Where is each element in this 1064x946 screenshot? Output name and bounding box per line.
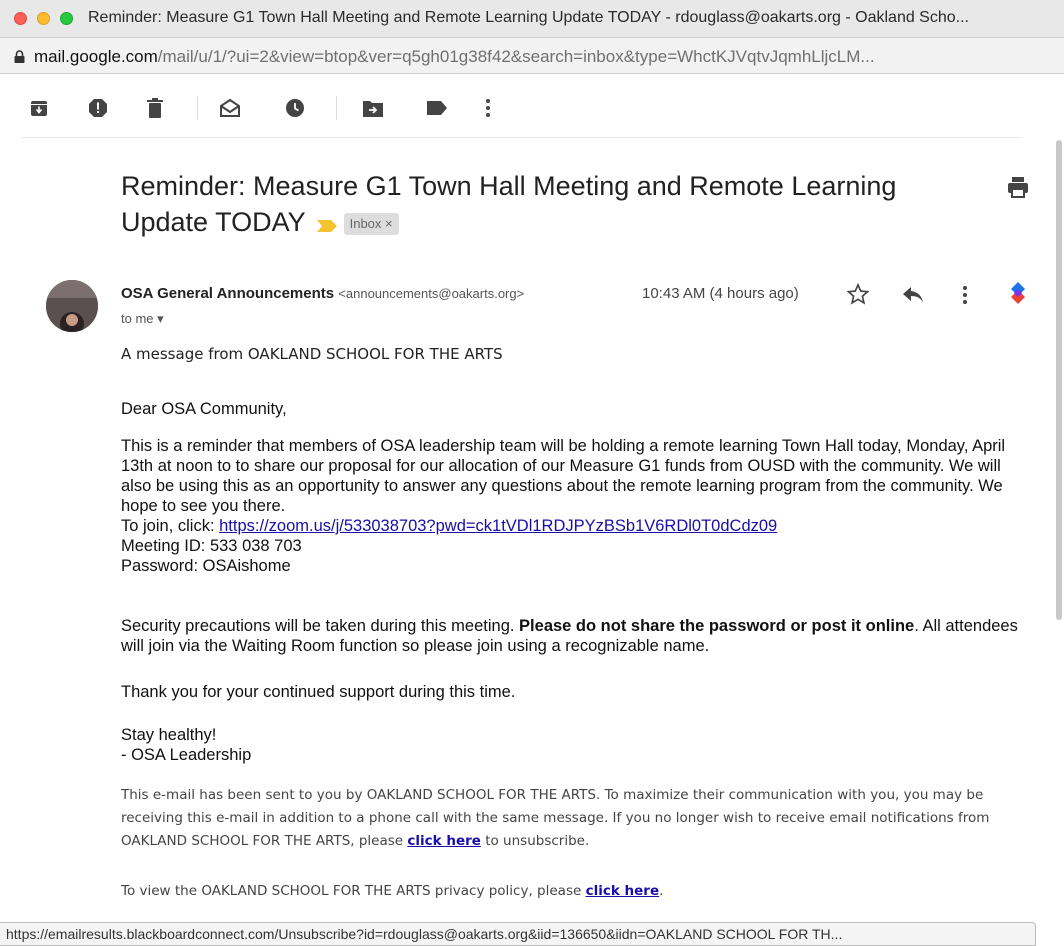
meeting-id: Meeting ID: 533 038 703 — [121, 537, 302, 555]
remove-label-button[interactable]: × — [385, 216, 393, 231]
archive-icon[interactable] — [27, 96, 51, 120]
address-path: /mail/u/1/?ui=2&view=btop&ver=q5gh01g38f… — [157, 47, 875, 66]
delete-icon[interactable] — [143, 96, 167, 120]
mark-unread-icon[interactable] — [218, 96, 242, 120]
unsubscribe-link[interactable]: click here — [407, 833, 481, 849]
important-marker-icon[interactable] — [316, 206, 338, 242]
recipient-text: to me — [121, 311, 154, 326]
more-vert-icon[interactable] — [476, 96, 500, 120]
toolbar-divider — [197, 96, 198, 120]
sender-line: OSA General Announcements <announcements… — [121, 285, 524, 302]
sender-name[interactable]: OSA General Announcements — [121, 285, 334, 302]
footer-text-1-end: to unsubscribe. — [480, 833, 590, 849]
address-domain: mail.google.com — [34, 47, 158, 66]
email-timestamp: 10:43 AM (4 hours ago) — [642, 285, 799, 302]
snooze-icon[interactable] — [283, 96, 307, 120]
message-toolbar — [0, 74, 1064, 138]
message-from-line: A message from OAKLAND SCHOOL FOR THE AR… — [121, 345, 503, 363]
security-warning: Please do not share the password or post… — [519, 617, 915, 635]
more-options-icon[interactable] — [953, 283, 977, 307]
security-prefix: Security precautions will be taken durin… — [121, 617, 520, 635]
toolbar-divider — [336, 96, 337, 120]
zoom-link[interactable]: https://zoom.us/j/533038703?pwd=ck1tVDl1… — [219, 517, 777, 535]
window-title-bar: Reminder: Measure G1 Town Hall Meeting a… — [0, 0, 1064, 38]
chevron-down-icon[interactable]: ▾ — [157, 311, 164, 326]
print-all-icon[interactable] — [1006, 175, 1030, 199]
toolbar-divider-line — [22, 137, 1022, 138]
window-title: Reminder: Measure G1 Town Hall Meeting a… — [88, 9, 969, 26]
meeting-password: Password: OSAishome — [121, 557, 291, 575]
scrollbar-thumb[interactable] — [1056, 140, 1062, 620]
move-to-icon[interactable] — [361, 96, 385, 120]
footer-text-2: To view the OAKLAND SCHOOL FOR THE ARTS … — [121, 883, 586, 899]
sender-email: <announcements@oakarts.org> — [338, 286, 525, 301]
window-maximize-button[interactable] — [60, 12, 73, 25]
join-prefix: To join, click: — [121, 517, 220, 535]
privacy-link[interactable]: click here — [586, 883, 660, 899]
privacy-notice: To view the OAKLAND SCHOOL FOR THE ARTS … — [121, 880, 1041, 903]
status-bar-url: https://emailresults.blackboardconnect.c… — [0, 922, 1036, 946]
star-icon[interactable] — [846, 282, 870, 306]
window-close-button[interactable] — [14, 12, 27, 25]
thanks-line: Thank you for your continued support dur… — [121, 683, 516, 701]
paragraph-1: This is a reminder that members of OSA l… — [121, 437, 1006, 515]
address-bar[interactable]: mail.google.com/mail/u/1/?ui=2&view=btop… — [0, 38, 1064, 74]
inbox-label-text: Inbox — [349, 215, 382, 231]
subject-text: Reminder: Measure G1 Town Hall Meeting a… — [121, 171, 897, 237]
recipient-details[interactable]: to me ▾ — [121, 311, 164, 327]
window-minimize-button[interactable] — [37, 12, 50, 25]
addon-icon[interactable] — [1006, 281, 1030, 305]
main-paragraph: This is a reminder that members of OSA l… — [121, 436, 1021, 576]
signature-block: Stay healthy! - OSA Leadership — [121, 725, 1021, 765]
footer-text-2-end: . — [659, 883, 664, 899]
unsubscribe-notice: This e-mail has been sent to you by OAKL… — [121, 784, 1041, 853]
email-subject: Reminder: Measure G1 Town Hall Meeting a… — [121, 168, 981, 242]
report-spam-icon[interactable] — [86, 96, 110, 120]
sender-avatar[interactable] — [46, 280, 98, 332]
greeting: Dear OSA Community, — [121, 400, 287, 418]
reply-icon[interactable] — [901, 283, 925, 307]
label-icon[interactable] — [425, 96, 449, 120]
lock-icon — [14, 50, 25, 63]
security-paragraph: Security precautions will be taken durin… — [121, 616, 1021, 656]
signature-line: - OSA Leadership — [121, 746, 252, 764]
inbox-label-chip[interactable]: Inbox × — [343, 212, 399, 235]
closing-line: Stay healthy! — [121, 726, 217, 744]
address-url[interactable]: mail.google.com/mail/u/1/?ui=2&view=btop… — [34, 47, 1054, 67]
